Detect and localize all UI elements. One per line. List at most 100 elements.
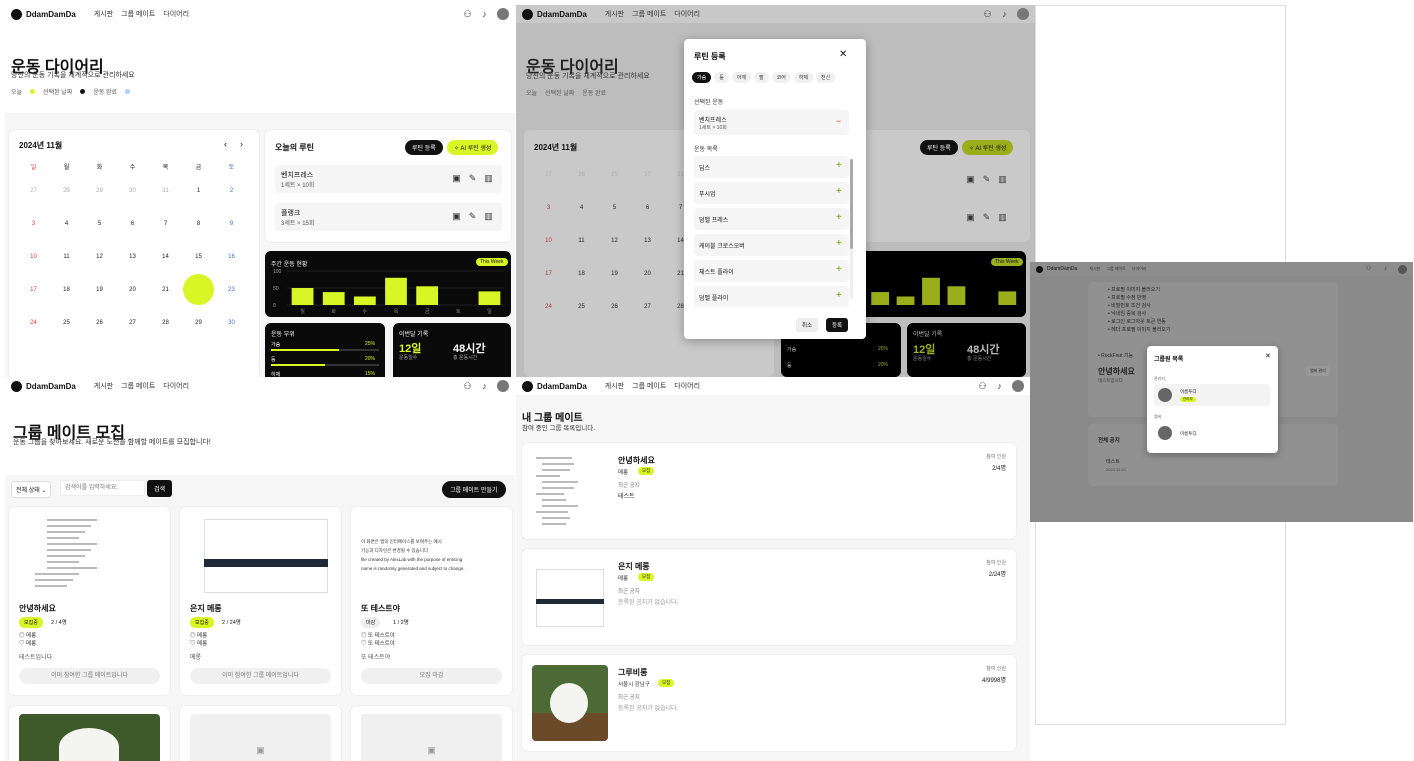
calendar-day[interactable]: 23	[215, 273, 248, 306]
calendar-day[interactable]: 19	[83, 273, 116, 306]
dumbbell-icon[interactable]: ⚇	[1364, 265, 1373, 274]
cancel-button[interactable]: 취소	[796, 318, 819, 332]
calendar-day[interactable]: 27	[631, 290, 664, 323]
nav-group-mate[interactable]: 그룹 메이트	[632, 381, 666, 391]
tab-body-part[interactable]: 어깨	[731, 72, 752, 83]
bell-icon[interactable]: ♪	[480, 381, 489, 391]
trash-icon[interactable]: ▥	[998, 175, 1007, 184]
next-month-button[interactable]: ›	[240, 139, 243, 149]
calendar-day[interactable]: 4	[565, 191, 598, 224]
edit-icon[interactable]: ✎	[982, 175, 991, 184]
routine-add-button[interactable]: 루틴 등록	[920, 140, 958, 155]
trash-icon[interactable]: ▥	[484, 212, 493, 221]
routine-item[interactable]: 벤치프레스 1세트 × 10회 ▣ ✎ ▥	[275, 165, 502, 193]
dumbbell-icon[interactable]: ⚇	[463, 381, 472, 391]
dumbbell-icon[interactable]: ⚇	[463, 9, 472, 19]
add-icon[interactable]: +	[836, 186, 842, 197]
calendar-day[interactable]: 27	[532, 158, 565, 191]
nav-board[interactable]: 게시판	[605, 381, 624, 391]
trash-icon[interactable]: ▥	[998, 213, 1007, 222]
calendar-day[interactable]: 3	[532, 191, 565, 224]
calendar-day[interactable]: 20	[116, 273, 149, 306]
exercise-item[interactable]: 체스트 플라이 +	[694, 260, 849, 282]
group-card[interactable]: ▣	[180, 706, 341, 761]
calendar-day[interactable]: 12	[83, 240, 116, 273]
bell-icon[interactable]: ♪	[1000, 9, 1009, 19]
calendar-day[interactable]: 2	[215, 174, 248, 207]
search-button[interactable]: 검색	[147, 480, 173, 497]
calendar-day[interactable]: 26	[83, 306, 116, 339]
calendar-day[interactable]: 24	[532, 290, 565, 323]
calendar-day[interactable]: 16	[215, 240, 248, 273]
calendar-day[interactable]: 9	[215, 207, 248, 240]
add-icon[interactable]: +	[836, 290, 842, 301]
calendar-day[interactable]: 25	[50, 306, 83, 339]
calendar-day[interactable]: 27	[17, 174, 50, 207]
calendar-day[interactable]: 5	[598, 191, 631, 224]
calendar-day[interactable]: 18	[565, 257, 598, 290]
nav-group-mate[interactable]: 그룹 메이트	[121, 381, 155, 391]
brand-name[interactable]: DdamDamDa	[537, 382, 587, 391]
dumbbell-icon[interactable]: ⚇	[983, 9, 992, 19]
group-action-button[interactable]: 모집 마감	[361, 668, 502, 684]
group-card[interactable]	[9, 706, 170, 761]
calendar-day[interactable]: 20	[631, 257, 664, 290]
calendar-day[interactable]: 11	[565, 224, 598, 257]
brand-name[interactable]: DdamDamDa	[537, 10, 587, 19]
calendar-day[interactable]: 28	[50, 174, 83, 207]
trash-icon[interactable]: ▥	[484, 174, 493, 183]
submit-button[interactable]: 등록	[826, 318, 849, 332]
tab-body-part[interactable]: 하체	[793, 72, 814, 83]
calendar-day[interactable]: 30	[215, 306, 248, 339]
exercise-item[interactable]: 케이블 크로스오버 +	[694, 234, 849, 256]
avatar[interactable]	[1017, 8, 1029, 20]
calendar-day[interactable]: 22	[182, 273, 215, 306]
exercise-item[interactable]: 푸시업 +	[694, 182, 849, 204]
calendar-day[interactable]: 6	[631, 191, 664, 224]
my-group-card[interactable]: 안녕하세요 메롱 모집 최근 공지 테스트 참여 인원 2/4명	[522, 443, 1016, 539]
scrollbar[interactable]	[850, 159, 853, 299]
calendar-day[interactable]: 13	[116, 240, 149, 273]
my-group-card[interactable]: 은지 메롱 메롱 모집 최근 공지 등록된 공지가 없습니다. 참여 인원 2/24명	[522, 549, 1016, 645]
calendar-day[interactable]: 17	[532, 257, 565, 290]
member-manage-button[interactable]: 멤버 관리	[1306, 366, 1330, 376]
calendar-day[interactable]: 6	[116, 207, 149, 240]
nav-diary[interactable]: 다이어리	[1132, 266, 1147, 272]
calendar-day[interactable]: 30	[631, 158, 664, 191]
nav-group-mate[interactable]: 그룹 메이트	[121, 9, 155, 19]
calendar-day[interactable]: 21	[149, 273, 182, 306]
routine-add-button[interactable]: 루틴 등록	[405, 140, 443, 155]
calendar-day[interactable]: 28	[149, 306, 182, 339]
calendar-day[interactable]: 27	[116, 306, 149, 339]
tab-body-part[interactable]: 등	[714, 72, 729, 83]
bell-icon[interactable]: ♪	[995, 381, 1004, 391]
calendar-day[interactable]: 7	[149, 207, 182, 240]
add-icon[interactable]: +	[836, 238, 842, 249]
tab-body-part[interactable]: 전신	[816, 72, 836, 83]
my-group-card[interactable]: 그루비롱 서울시 강남구 모집 최근 공지 등록된 공지가 없습니다. 참여 인원 4/99…	[522, 655, 1016, 751]
calendar-icon[interactable]: ▣	[966, 175, 975, 184]
tab-body-part[interactable]: 팔	[754, 72, 769, 83]
add-icon[interactable]: +	[836, 264, 842, 275]
nav-group-mate[interactable]: 그룹 메이트	[632, 9, 666, 19]
nav-board[interactable]: 게시판	[94, 381, 113, 391]
edit-icon[interactable]: ✎	[982, 213, 991, 222]
brand-name[interactable]: DdamDamDa	[1047, 266, 1077, 272]
search-input[interactable]	[60, 480, 145, 496]
calendar-day[interactable]: 5	[83, 207, 116, 240]
nav-board[interactable]: 게시판	[94, 9, 113, 19]
nav-board[interactable]: 게시판	[1089, 266, 1100, 272]
calendar-day[interactable]: 29	[182, 306, 215, 339]
close-icon[interactable]: ✕	[1265, 352, 1271, 360]
exercise-item[interactable]: 덤벨 플라이 +	[694, 286, 849, 306]
edit-icon[interactable]: ✎	[468, 174, 477, 183]
exercise-item[interactable]: 덤벨 프레스 +	[694, 208, 849, 230]
calendar-day[interactable]: 12	[598, 224, 631, 257]
group-card[interactable]: 안녕하세요 모집중 2 / 4명 ◎ 메롱 ♡ 메롱 테스트입니다 이미 참여한 그룹 메이…	[9, 507, 170, 695]
calendar-day[interactable]: 24	[17, 306, 50, 339]
calendar-day[interactable]: 14	[149, 240, 182, 273]
calendar-day[interactable]: 25	[565, 290, 598, 323]
group-card[interactable]: 은지 메롱 모집중 2 / 24명 ◎ 메롱 ♡ 메롱 메롱 이미 참여한 그룹 메이트입니…	[180, 507, 341, 695]
avatar[interactable]	[497, 380, 509, 392]
edit-icon[interactable]: ✎	[468, 212, 477, 221]
